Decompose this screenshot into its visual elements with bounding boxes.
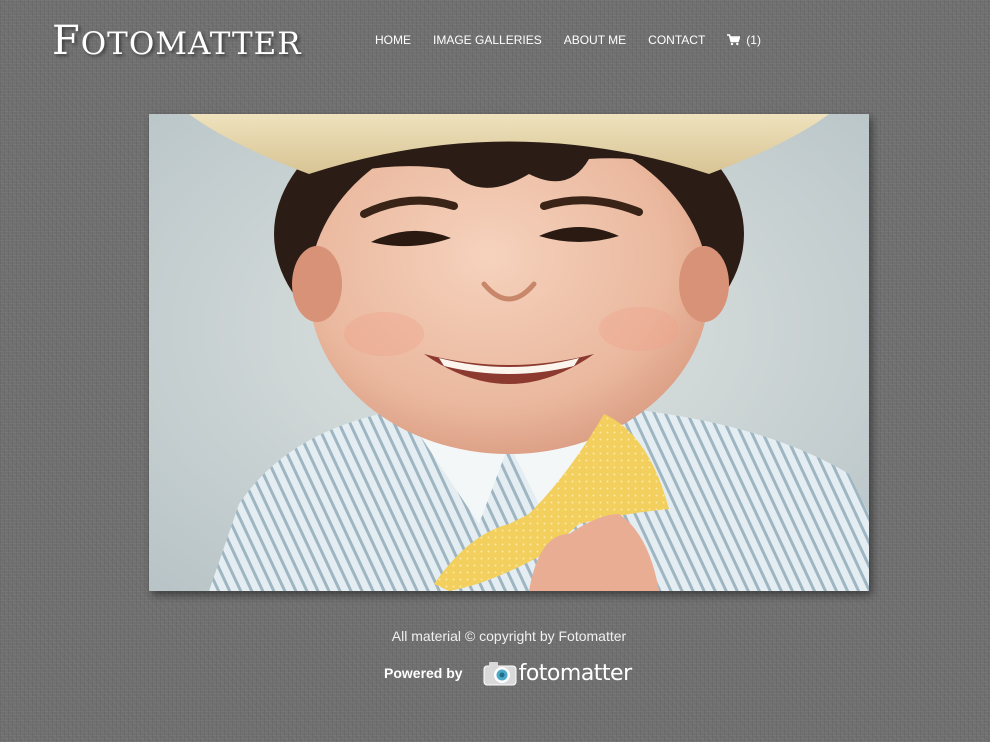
- copyright-text: All material © copyright by Fotomatter: [391, 628, 627, 644]
- nav-image-galleries[interactable]: IMAGE GALLERIES: [433, 33, 542, 47]
- featured-photo[interactable]: [149, 114, 869, 591]
- powered-logo-text: fotomatter: [518, 660, 633, 686]
- camera-icon: [483, 662, 517, 686]
- cart-count: (1): [746, 33, 761, 47]
- fotomatter-powered-logo[interactable]: fotomatter: [483, 660, 632, 686]
- main-nav: HOME IMAGE GALLERIES ABOUT ME CONTACT (1…: [375, 30, 761, 50]
- shopping-cart-icon: [727, 34, 741, 46]
- nav-contact[interactable]: CONTACT: [648, 33, 705, 47]
- powered-by-label: Powered by: [384, 665, 463, 681]
- powered-by: Powered by fotomatter: [384, 660, 632, 686]
- nav-home[interactable]: HOME: [375, 33, 411, 47]
- featured-photo-image: [149, 114, 869, 591]
- cart-button[interactable]: (1): [727, 33, 761, 47]
- nav-about-me[interactable]: ABOUT ME: [564, 33, 626, 47]
- site-logo[interactable]: FOTOMATTER: [52, 18, 302, 67]
